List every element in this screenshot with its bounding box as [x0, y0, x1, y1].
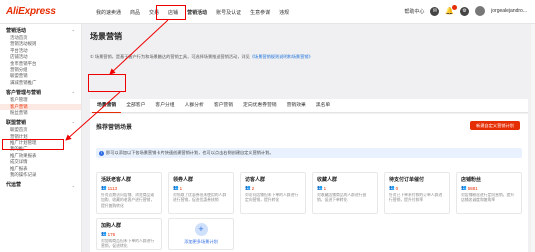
sidebar-item-fan-marketing[interactable]: 粉丝营销 — [0, 110, 81, 116]
people-icon: 👥 — [389, 185, 395, 190]
sidebar-group-agency[interactable]: 代运营 ⌄ — [0, 182, 81, 189]
scenario-card-visitors[interactable]: 访客人群 👥 2 对访问店铺但未下单的人群进行定向营销，提升转化 — [240, 172, 306, 214]
nav-marketing[interactable]: 营销活动 — [187, 9, 207, 17]
chevron-up-icon: ⌃ — [71, 29, 75, 34]
tab-scenario-marketing[interactable]: 场景营销 — [92, 99, 122, 113]
info-icon: i — [99, 150, 104, 156]
main-content: 场景营销 ① 场景营销，是基于客户行为和场景触达的营销工具，可选择场景推送营销活… — [86, 24, 531, 252]
chevron-up-icon: ⌃ — [71, 121, 75, 127]
notice-bar: ① 场景营销，是基于客户行为和场景触达的营销工具，可选择场景推送营销活动，详见《… — [90, 54, 313, 59]
scrollbar[interactable] — [531, 24, 535, 252]
nav-account[interactable]: 账号及认证 — [216, 9, 241, 17]
scenario-card-favorites[interactable]: 收藏人群 👥 1 对收藏店铺商品的人群进行营销，促进下单转化 — [312, 172, 378, 214]
people-icon: 👥 — [101, 231, 107, 236]
scenario-panel: 推荐营销场景 新建自定义营销计划 i 即可以添加以下各场景营销卡片快速创建营销计… — [90, 114, 528, 252]
plus-icon: + — [194, 223, 208, 236]
scenario-card-store-fans[interactable]: 店铺粉丝 👥 5881 对店铺粉丝进行定向营销，提升店铺忠诚度和复购率 — [456, 172, 522, 214]
scenario-card-coupon-takers[interactable]: 领券人群 👥 1 对领取了优惠券但未使用的人群进行营销，促进优惠券核销 — [168, 172, 234, 214]
help-center-link[interactable]: 帮助中心 — [404, 8, 424, 15]
tab-bar: 场景营销 全部客户 客户分组 人群分析 客户营销 定向优惠券营销 营销效果 黑名… — [90, 99, 528, 113]
info-tip: i 即可以添加以下各场景营销卡片快速创建营销计划，也可以点击右侧创建自定义营销计… — [96, 148, 522, 158]
aliexpress-logo[interactable]: AliExpress — [6, 6, 56, 17]
page-title: 场景营销 — [90, 32, 122, 41]
sidebar: 营销活动 ⌃ 活动首页 营销活动规则 平台活动 店铺活动 金币营销平台 营销分组 … — [0, 24, 82, 252]
add-more-scenarios-card[interactable]: + 添加更多场景计划 — [168, 218, 234, 250]
tab-targeted-coupons[interactable]: 定向优惠券营销 — [238, 99, 282, 113]
nav-violations[interactable]: 违规 — [279, 9, 289, 17]
people-icon: 👥 — [245, 185, 251, 190]
scenario-card-active-customers[interactable]: 活跃老客人群 👥 1113 针对近期访问店铺、浏览商品或加购、收藏的老客户进行营销… — [96, 172, 162, 214]
tab-customer-marketing[interactable]: 客户营销 — [209, 99, 238, 113]
tab-customer-groups[interactable]: 客户分组 — [150, 99, 179, 113]
people-icon: 👥 — [317, 185, 323, 190]
tab-crowd-analysis[interactable]: 人群分析 — [180, 99, 209, 113]
sidebar-group-marketing[interactable]: 营销活动 ⌃ — [0, 28, 81, 35]
tab-blacklist[interactable]: 黑名单 — [311, 99, 335, 113]
nav-business-analytics[interactable]: 生意参谋 — [250, 9, 270, 17]
chevron-up-icon: ⌃ — [71, 91, 75, 97]
top-navigation-bar: AliExpress 我的速卖通 商品 交易 店铺 营销活动 账号及认证 生意参… — [0, 0, 535, 24]
sidebar-item[interactable]: 满减营销推广 — [0, 80, 81, 86]
chevron-down-icon: ⌄ — [71, 183, 75, 189]
tab-all-customers[interactable]: 全部客户 — [121, 99, 150, 113]
header-right: 帮助中心 ✉ 🔔 ⚙ jorgealejandro... — [404, 5, 527, 16]
people-icon: 👥 — [461, 185, 467, 190]
nav-orders[interactable]: 交易 — [149, 9, 159, 17]
nav-products[interactable]: 商品 — [130, 9, 140, 17]
avatar[interactable] — [475, 6, 486, 16]
people-icon: 👥 — [101, 185, 107, 190]
nav-store[interactable]: 店铺 — [168, 9, 178, 17]
username[interactable]: jorgealejandro... — [491, 8, 527, 14]
sidebar-item[interactable]: 我的操作记录 — [0, 172, 81, 178]
scenario-card-add-to-cart[interactable]: 加购人群 👥 176 对加购商品但未下单的人群进行营销，促进转化 — [96, 218, 162, 250]
rules-link[interactable]: 《场景营销规则说明和场景营销》 — [250, 54, 313, 59]
bell-icon[interactable]: 🔔 — [445, 5, 458, 15]
tab-marketing-results[interactable]: 营销效果 — [282, 99, 311, 113]
create-custom-plan-button[interactable]: 新建自定义营销计划 — [470, 121, 520, 130]
notification-dot — [452, 5, 458, 10]
scenario-card-unpaid-orders[interactable]: 待支付订单催付 👥 0 针对已下单未付款的订单人群进行营销，提升付款率 — [384, 172, 450, 214]
message-icon[interactable]: ✉ — [430, 6, 440, 16]
top-nav-menu: 我的速卖通 商品 交易 店铺 营销活动 账号及认证 生意参谋 违规 — [96, 9, 289, 17]
panel-title: 推荐营销场景 — [96, 125, 133, 131]
people-icon: 👥 — [173, 185, 179, 190]
settings-icon[interactable]: ⚙ — [460, 6, 470, 16]
nav-my-aliexpress[interactable]: 我的速卖通 — [96, 9, 121, 17]
